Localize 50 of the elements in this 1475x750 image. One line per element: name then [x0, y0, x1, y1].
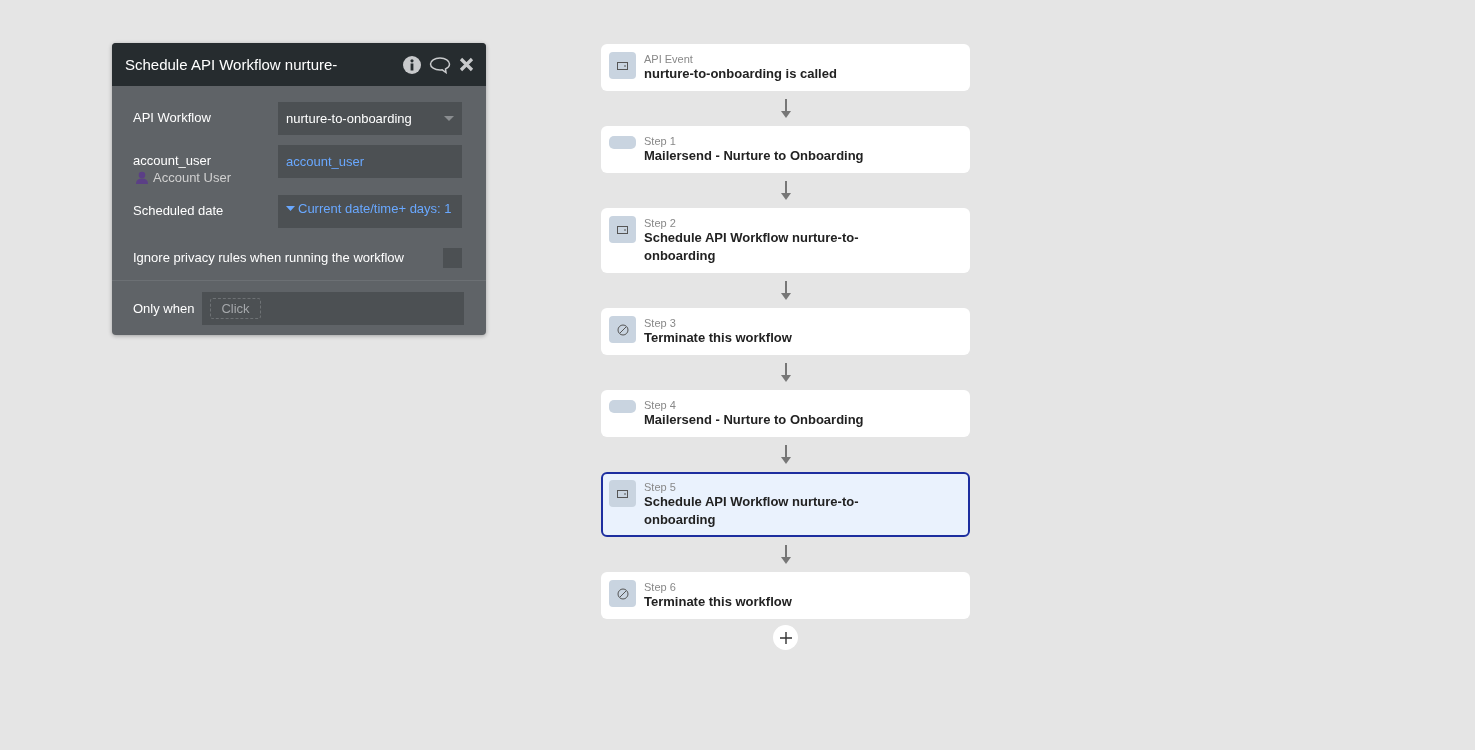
user-icon — [136, 171, 148, 184]
close-icon[interactable] — [459, 57, 474, 72]
field-label: Ignore privacy rules when running the workflow — [133, 250, 404, 265]
arrow-down-icon — [780, 99, 791, 118]
workflow-step-card[interactable]: Step 1 Mailersend - Nurture to Onboarding — [601, 126, 970, 173]
step-title: nurture-to-onboarding is called — [644, 65, 838, 83]
caret-icon — [444, 116, 454, 121]
step-title: Mailersend - Nurture to Onboarding — [644, 147, 865, 165]
workflow-step-card[interactable]: Step 2 Schedule API Workflow nurture-to-onboarding — [601, 208, 970, 273]
step-icon — [609, 216, 636, 243]
arrow-down-icon — [780, 363, 791, 382]
workflow-step-card[interactable]: Step 3 Terminate this workflow — [601, 308, 970, 355]
field-label: Only when — [133, 301, 195, 316]
step-icon — [609, 400, 636, 413]
workflow-step-card[interactable]: API Event nurture-to-onboarding is called — [601, 44, 970, 91]
comment-icon[interactable] — [429, 55, 451, 74]
arrow-down-icon — [780, 545, 791, 564]
workflow-step-card[interactable]: Step 4 Mailersend - Nurture to Onboarding — [601, 390, 970, 437]
arrow-down-icon — [780, 281, 791, 300]
workflow-step-card[interactable]: Step 5 Schedule API Workflow nurture-to-onboarding — [601, 472, 970, 537]
add-step-button[interactable] — [773, 625, 798, 650]
step-title: Terminate this workflow — [644, 593, 793, 611]
panel-title: Schedule API Workflow nurture- — [125, 56, 339, 73]
plus-icon — [779, 631, 792, 644]
workflow-step-card[interactable]: Step 6 Terminate this workflow — [601, 572, 970, 619]
step-title: Schedule API Workflow nurture-to-onboarding — [644, 229, 860, 265]
step-caption: Step 6 — [644, 581, 677, 593]
field-type-label: Account User — [133, 170, 232, 185]
step-icon — [609, 136, 636, 149]
info-icon[interactable] — [403, 55, 421, 74]
step-caption: Step 3 — [644, 317, 677, 329]
caret-icon — [286, 206, 295, 211]
step-icon — [609, 480, 636, 507]
step-title: Schedule API Workflow nurture-to-onboarding — [644, 493, 860, 529]
step-title: Terminate this workflow — [644, 329, 793, 347]
field-label: Scheduled date — [133, 203, 224, 218]
arrow-down-icon — [780, 181, 791, 200]
field-label: account_user — [133, 153, 213, 168]
arrow-down-icon — [780, 445, 791, 464]
step-icon — [609, 580, 636, 607]
step-title: Mailersend - Nurture to Onboarding — [644, 411, 865, 429]
workflow-dropdown[interactable]: nurture-to-onboarding — [278, 102, 462, 135]
step-caption: Step 4 — [644, 399, 677, 411]
step-icon — [609, 52, 636, 79]
step-caption: Step 2 — [644, 217, 677, 229]
step-caption: Step 5 — [644, 481, 677, 493]
step-icon — [609, 316, 636, 343]
step-caption: Step 1 — [644, 135, 677, 147]
step-caption: API Event — [644, 53, 694, 65]
field-label: API Workflow — [133, 110, 211, 125]
